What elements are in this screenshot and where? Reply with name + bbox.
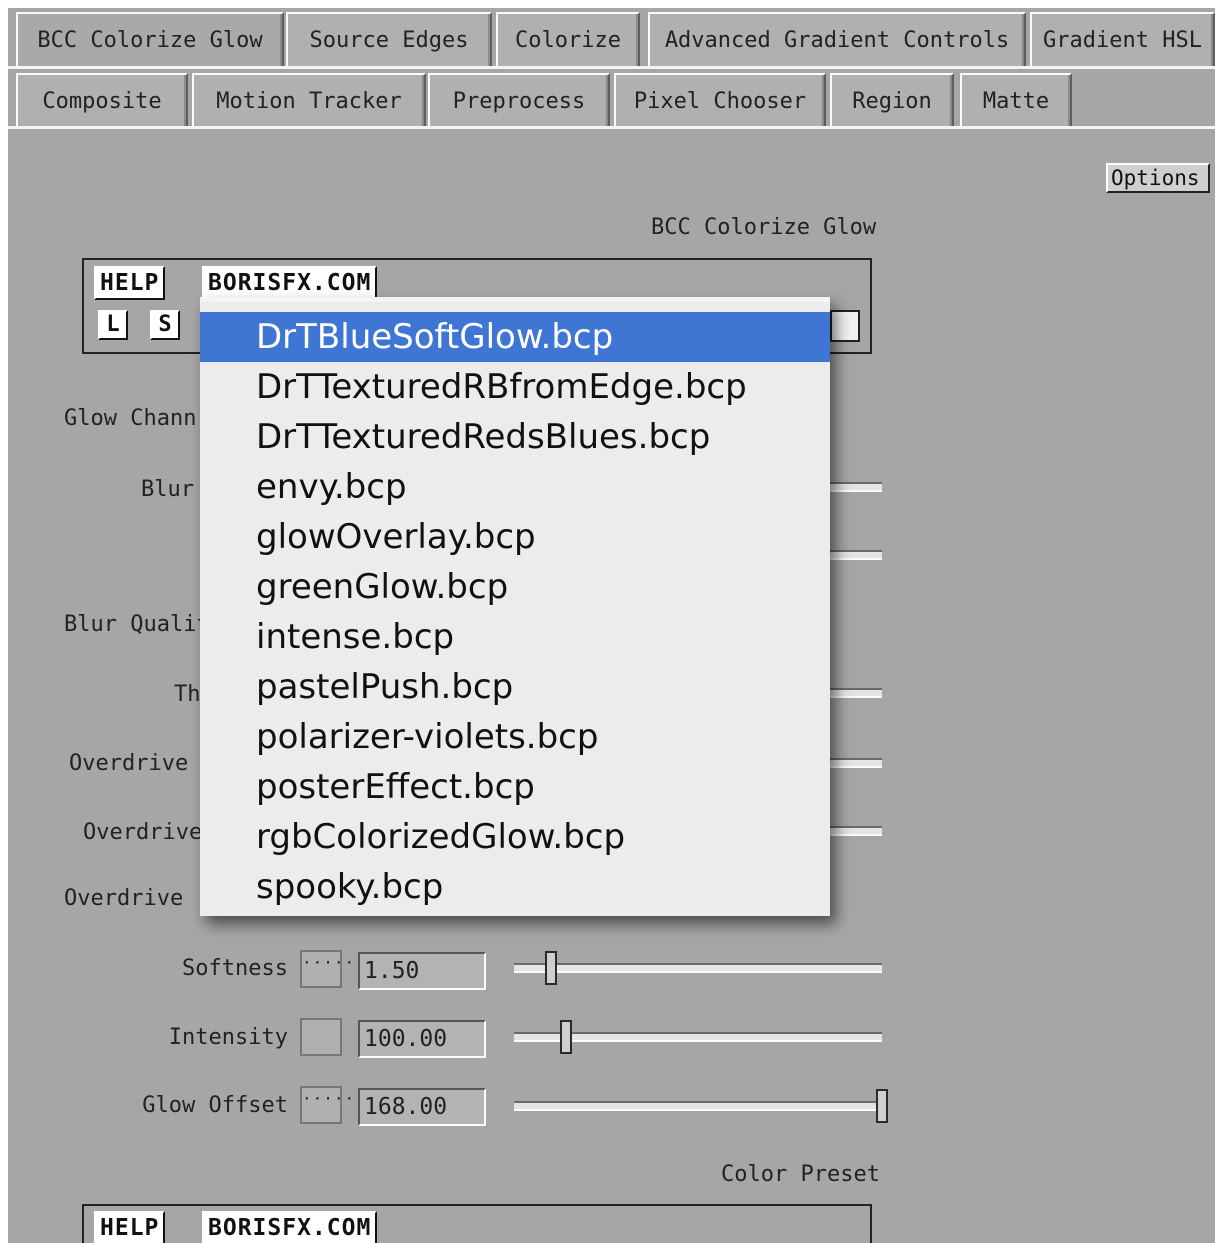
tab-gradient-hsl[interactable]: Gradient HSL (1030, 12, 1215, 66)
tab-pixel-chooser[interactable]: Pixel Chooser (614, 73, 826, 127)
section-title: BCC Colorize Glow (651, 215, 877, 240)
preset-menu-item[interactable]: polarizer-violets.bcp (200, 712, 830, 762)
borisfx-link-button[interactable]: BORISFX.COM (202, 266, 378, 300)
preset-menu-item[interactable]: intense.bcp (200, 612, 830, 662)
overdrive-label-3: Overdrive (64, 886, 184, 911)
options-button[interactable]: Options (1106, 163, 1210, 193)
tab-composite[interactable]: Composite (16, 73, 188, 127)
color-borisfx-link-button[interactable]: BORISFX.COM (202, 1211, 378, 1243)
param-label: Softness (182, 956, 288, 981)
preset-menu-item[interactable]: greenGlow.bcp (200, 562, 830, 612)
preset-menu-item[interactable]: DrTBlueSoftGlow.bcp (200, 312, 830, 362)
tab-motion-tracker[interactable]: Motion Tracker (192, 73, 426, 127)
preset-menu-item[interactable]: spooky.bcp (200, 862, 830, 912)
save-preset-button[interactable]: S (150, 310, 180, 340)
tab-advanced-gradient-controls[interactable]: Advanced Gradient Controls (648, 12, 1026, 66)
softness-slider-thumb[interactable] (545, 951, 557, 985)
screen: BCC Colorize Glow Source Edges Colorize … (0, 0, 1215, 1243)
keyframe-chip[interactable]: ····· (300, 950, 354, 988)
param-label: Glow Offset (142, 1093, 288, 1118)
preset-menu-item[interactable]: DrTTexturedRBfromEdge.bcp (200, 362, 830, 412)
preset-menu-item[interactable]: posterEffect.bcp (200, 762, 830, 812)
effect-controls-panel: BCC Colorize Glow Source Edges Colorize … (8, 8, 1215, 1243)
param-label: Intensity (168, 1025, 288, 1050)
tab-colorize[interactable]: Colorize (496, 12, 640, 66)
tab-divider (8, 66, 1215, 69)
preset-menu-item[interactable]: DrTTexturedRedsBlues.bcp (200, 412, 830, 462)
color-preset-box (82, 1204, 872, 1243)
preset-menu-item[interactable]: envy.bcp (200, 462, 830, 512)
tab-bcc-colorize-glow[interactable]: BCC Colorize Glow (16, 12, 284, 68)
preset-menu-item[interactable]: rgbColorizedGlow.bcp (200, 812, 830, 862)
tab-preprocess[interactable]: Preprocess (428, 73, 610, 127)
color-help-button[interactable]: HELP (94, 1211, 166, 1243)
color-preset-title: Color Preset (721, 1162, 880, 1187)
keyframe-chip[interactable]: ····· (300, 1086, 354, 1124)
keyframe-chip[interactable] (300, 1018, 342, 1056)
tab-source-edges[interactable]: Source Edges (286, 12, 492, 66)
help-button[interactable]: HELP (94, 266, 166, 300)
tab-divider-2 (8, 126, 1215, 129)
preset-menu-item[interactable]: pastelPush.bcp (200, 662, 830, 712)
preset-menu-item[interactable]: glowOverlay.bcp (200, 512, 830, 562)
glow-offset-value-field[interactable]: 168.00 (358, 1088, 486, 1126)
preset-dropdown-menu: DrTBlueSoftGlow.bcp DrTTexturedRBfromEdge… (200, 297, 830, 916)
intensity-slider-thumb[interactable] (560, 1020, 572, 1054)
glow-channel-label: Glow Chann (64, 406, 197, 431)
preset-popup-end[interactable] (830, 310, 860, 342)
intensity-value-field[interactable]: 100.00 (358, 1020, 486, 1058)
load-preset-button[interactable]: L (98, 310, 128, 340)
glow-offset-slider-thumb[interactable] (876, 1089, 888, 1123)
overdrive-label-2: Overdrive (83, 820, 203, 845)
glow-offset-slider-track[interactable] (514, 1101, 882, 1111)
softness-value-field[interactable]: 1.50 (358, 952, 486, 990)
overdrive-label-1: Overdrive (69, 751, 189, 776)
tab-region[interactable]: Region (830, 73, 954, 127)
tab-matte[interactable]: Matte (960, 73, 1072, 127)
threshold-label: Th (174, 682, 201, 707)
blur-label: Blur (141, 477, 194, 502)
softness-slider-track[interactable] (514, 963, 882, 973)
